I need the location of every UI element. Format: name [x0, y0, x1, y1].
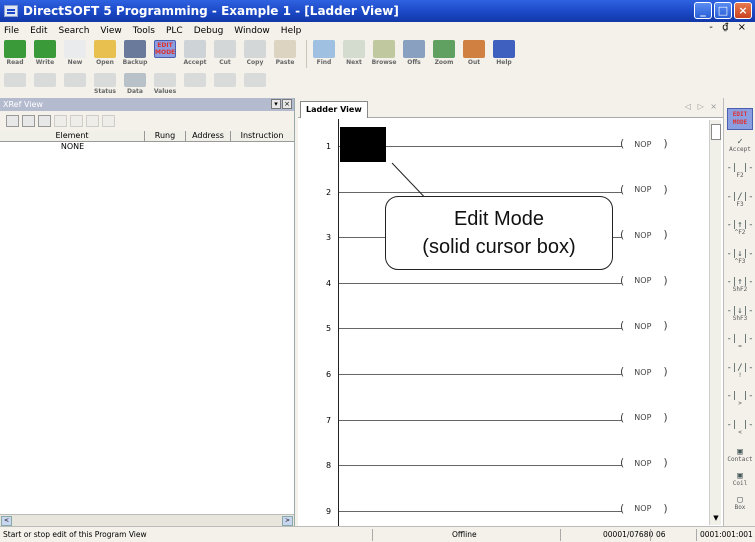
contact-icon: -|↓|-: [726, 248, 754, 259]
status-bar: Start or stop edit of this Program View …: [0, 526, 755, 542]
status-memory: 00001/07680: [603, 530, 654, 539]
contact-icon: -|/|-: [726, 191, 754, 202]
palette-edit-line2: MODE: [732, 119, 748, 126]
palette-instruction-1[interactable]: -| |- F2: [725, 164, 755, 180]
palette-instruction-6[interactable]: -|↓|- ShF3: [725, 305, 755, 323]
box-folder-icon: ▢: [737, 495, 743, 505]
contact-icon: -| |-: [726, 163, 754, 173]
shortcut-key: ShF2: [732, 286, 748, 293]
palette-edit-mode-button[interactable]: EDIT MODE: [727, 108, 753, 130]
palette-coil-button[interactable]: ▣ Coil: [725, 472, 755, 488]
contact-icon: -| |-: [726, 419, 754, 430]
palette-instruction-8[interactable]: -|/|-!: [725, 362, 755, 380]
palette-instruction-10[interactable]: -| |- <: [725, 419, 755, 437]
contact-icon: -|↑|-: [726, 220, 754, 230]
contact-folder-icon: ▣: [737, 447, 743, 457]
contact-icon: -|/|-: [726, 362, 754, 373]
accept-icon: ✓: [737, 137, 743, 147]
shortcut-key: >: [738, 400, 742, 407]
callout-line-1: Edit Mode: [453, 208, 545, 230]
shortcut-key: =: [738, 343, 742, 350]
contact-icon: -|↓|-: [726, 305, 754, 316]
contact-icon: -| |-: [726, 334, 754, 344]
instruction-palette: EDIT MODE ✓ Accept -| |- F2 -|/|- F3 -|↑|- ^F2 -|↓…: [723, 98, 755, 526]
scroll-down-arrow[interactable]: ▼: [711, 513, 721, 523]
ladder-vertical-scrollbar[interactable]: ▼: [709, 120, 721, 525]
coil-folder-icon: ▣: [737, 471, 743, 481]
palette-accept-button[interactable]: ✓ Accept: [725, 138, 755, 154]
palette-instruction-4[interactable]: -|↓|- ^F3: [725, 248, 755, 266]
scroll-thumb[interactable]: [711, 124, 721, 140]
palette-edit-line1: EDIT: [732, 111, 748, 118]
palette-instruction-3[interactable]: -|↑|- ^F2: [725, 221, 755, 237]
callout-line-2: (solid cursor box): [422, 236, 576, 258]
contact-label: Contact: [727, 456, 753, 463]
shortcut-key: ^F3: [734, 257, 746, 265]
status-position: 0001:001:001: [700, 530, 753, 539]
coil-label: Coil: [732, 480, 748, 487]
callout-leader-line: [391, 162, 433, 206]
status-cpu: 06: [656, 530, 666, 539]
palette-instruction-7[interactable]: -| |- =: [725, 335, 755, 351]
shortcut-key: ^F2: [734, 229, 746, 236]
shortcut-key: <: [738, 428, 742, 436]
palette-instruction-2[interactable]: -|/|- F3: [725, 191, 755, 209]
contact-icon: -|↑|-: [726, 277, 754, 287]
palette-instruction-5[interactable]: -|↑|- ShF2: [725, 278, 755, 294]
status-mode: Offline: [452, 530, 477, 539]
palette-instruction-9[interactable]: -| |- >: [725, 392, 755, 408]
shortcut-key: !: [738, 371, 742, 379]
palette-box-button[interactable]: ▢ Box: [725, 496, 755, 512]
edit-mode-callout: Edit Mode (solid cursor box): [385, 196, 613, 270]
contact-icon: -| |-: [726, 391, 754, 401]
palette-contact-button[interactable]: ▣ Contact: [725, 448, 755, 464]
status-message: Start or stop edit of this Program View: [3, 530, 147, 539]
shortcut-key: F3: [736, 200, 744, 208]
shortcut-key: ShF3: [732, 314, 748, 322]
shortcut-key: F2: [736, 172, 744, 179]
accept-label: Accept: [729, 146, 751, 153]
box-label: Box: [734, 504, 746, 511]
